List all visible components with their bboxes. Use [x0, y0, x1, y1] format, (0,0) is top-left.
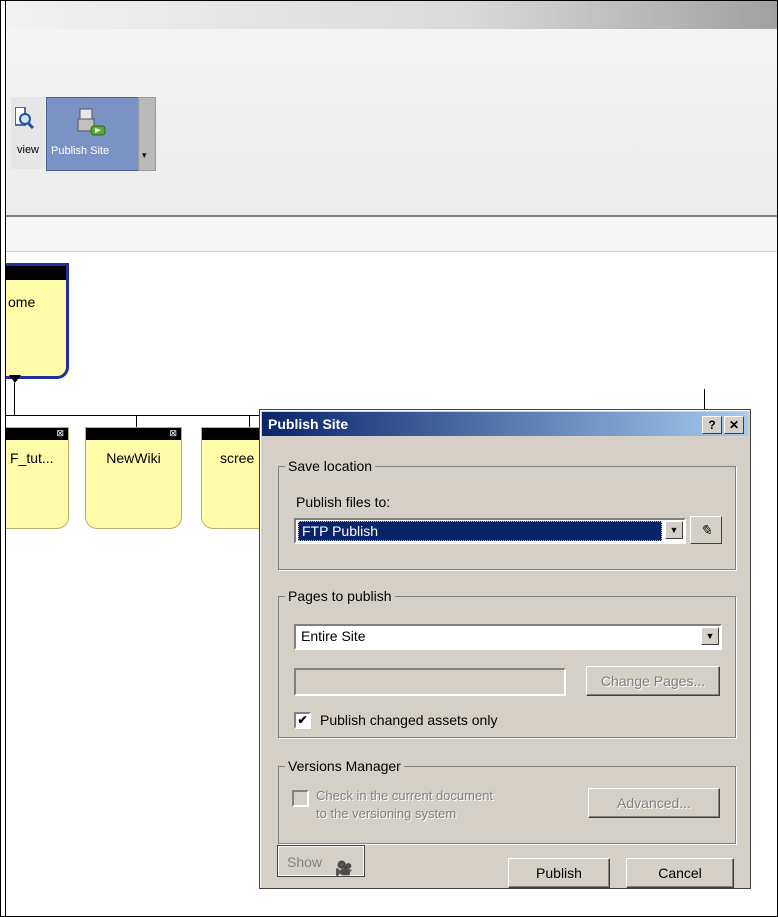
- title-bar: [6, 1, 777, 29]
- home-node-label: ome: [8, 294, 36, 310]
- dialog-title-bar: Publish Site ? ✕: [262, 412, 748, 436]
- pages-to-publish-legend: Pages to publish: [285, 588, 395, 604]
- publish-site-icon: [77, 108, 106, 136]
- preview-button[interactable]: view: [11, 97, 45, 169]
- dialog-title: Publish Site: [268, 416, 349, 432]
- change-pages-button[interactable]: Change Pages...: [586, 666, 720, 696]
- publish-site-dialog: Publish Site ? ✕ Save location Publish f…: [259, 409, 751, 889]
- node-marker-icon: ⊠: [169, 428, 177, 438]
- check-in-label-line1: Check in the current document: [316, 788, 494, 803]
- page-node[interactable]: scree: [201, 427, 264, 529]
- dropdown-arrow-icon[interactable]: ▼: [701, 627, 719, 645]
- preview-icon: [15, 107, 35, 129]
- page-node-label: NewWiki: [106, 450, 161, 466]
- camera-icon: 🎥: [335, 860, 353, 876]
- preview-label: view: [17, 144, 40, 156]
- cancel-button[interactable]: Cancel: [626, 858, 734, 888]
- connector-line: [14, 383, 15, 415]
- connector-line: [6, 415, 264, 416]
- show-label: Show: [287, 854, 323, 870]
- publish-location-value: FTP Publish: [298, 521, 662, 541]
- page-node-label: F_tut...: [10, 450, 54, 466]
- save-location-legend: Save location: [285, 458, 376, 474]
- edit-location-button[interactable]: ✎: [690, 516, 722, 544]
- dropdown-arrow-icon[interactable]: ▼: [665, 521, 683, 539]
- publish-changed-assets-checkbox[interactable]: ✔: [294, 712, 311, 729]
- expand-arrow-icon[interactable]: [9, 375, 21, 383]
- check-in-checkbox[interactable]: [292, 790, 309, 807]
- publish-site-label: Publish Site: [51, 145, 110, 157]
- pages-select[interactable]: Entire Site ▼: [294, 624, 722, 650]
- toolbar: view Publish Site: [6, 29, 777, 215]
- versions-manager-legend: Versions Manager: [285, 758, 404, 774]
- publish-site-button[interactable]: Publish Site: [46, 97, 144, 171]
- node-header: ⊠: [6, 428, 68, 440]
- page-node[interactable]: ⊠ F_tut...: [6, 427, 69, 529]
- node-header: ⊠: [86, 428, 181, 440]
- publish-files-to-label: Publish files to:: [296, 494, 391, 510]
- app-window: view Publish Site ▾ ome ⊠ F_tut... ⊠ New…: [0, 0, 778, 917]
- chevron-down-icon: ▾: [142, 150, 147, 160]
- home-page-node[interactable]: ome: [6, 263, 69, 379]
- node-header: [202, 428, 264, 440]
- toolbar-overflow-button[interactable]: ▾: [138, 97, 156, 171]
- pencil-icon: ✎: [700, 522, 712, 538]
- connector-line: [136, 415, 137, 427]
- selected-pages-field: [294, 668, 566, 696]
- publish-button[interactable]: Publish: [508, 858, 610, 888]
- node-header: [6, 266, 66, 280]
- close-button[interactable]: ✕: [724, 416, 744, 434]
- pages-select-value: Entire Site: [301, 628, 366, 644]
- page-node[interactable]: ⊠ NewWiki: [85, 427, 182, 529]
- show-button[interactable]: Show 🎥: [277, 845, 365, 877]
- connector-line: [249, 415, 250, 427]
- node-marker-icon: ⊠: [56, 428, 64, 438]
- help-button[interactable]: ?: [702, 416, 722, 434]
- check-in-label-line2: to the versioning system: [316, 806, 457, 821]
- publish-location-select[interactable]: FTP Publish ▼: [294, 518, 686, 544]
- advanced-button[interactable]: Advanced...: [588, 788, 720, 818]
- publish-changed-assets-label: Publish changed assets only: [320, 712, 498, 728]
- canvas-header: [6, 217, 777, 252]
